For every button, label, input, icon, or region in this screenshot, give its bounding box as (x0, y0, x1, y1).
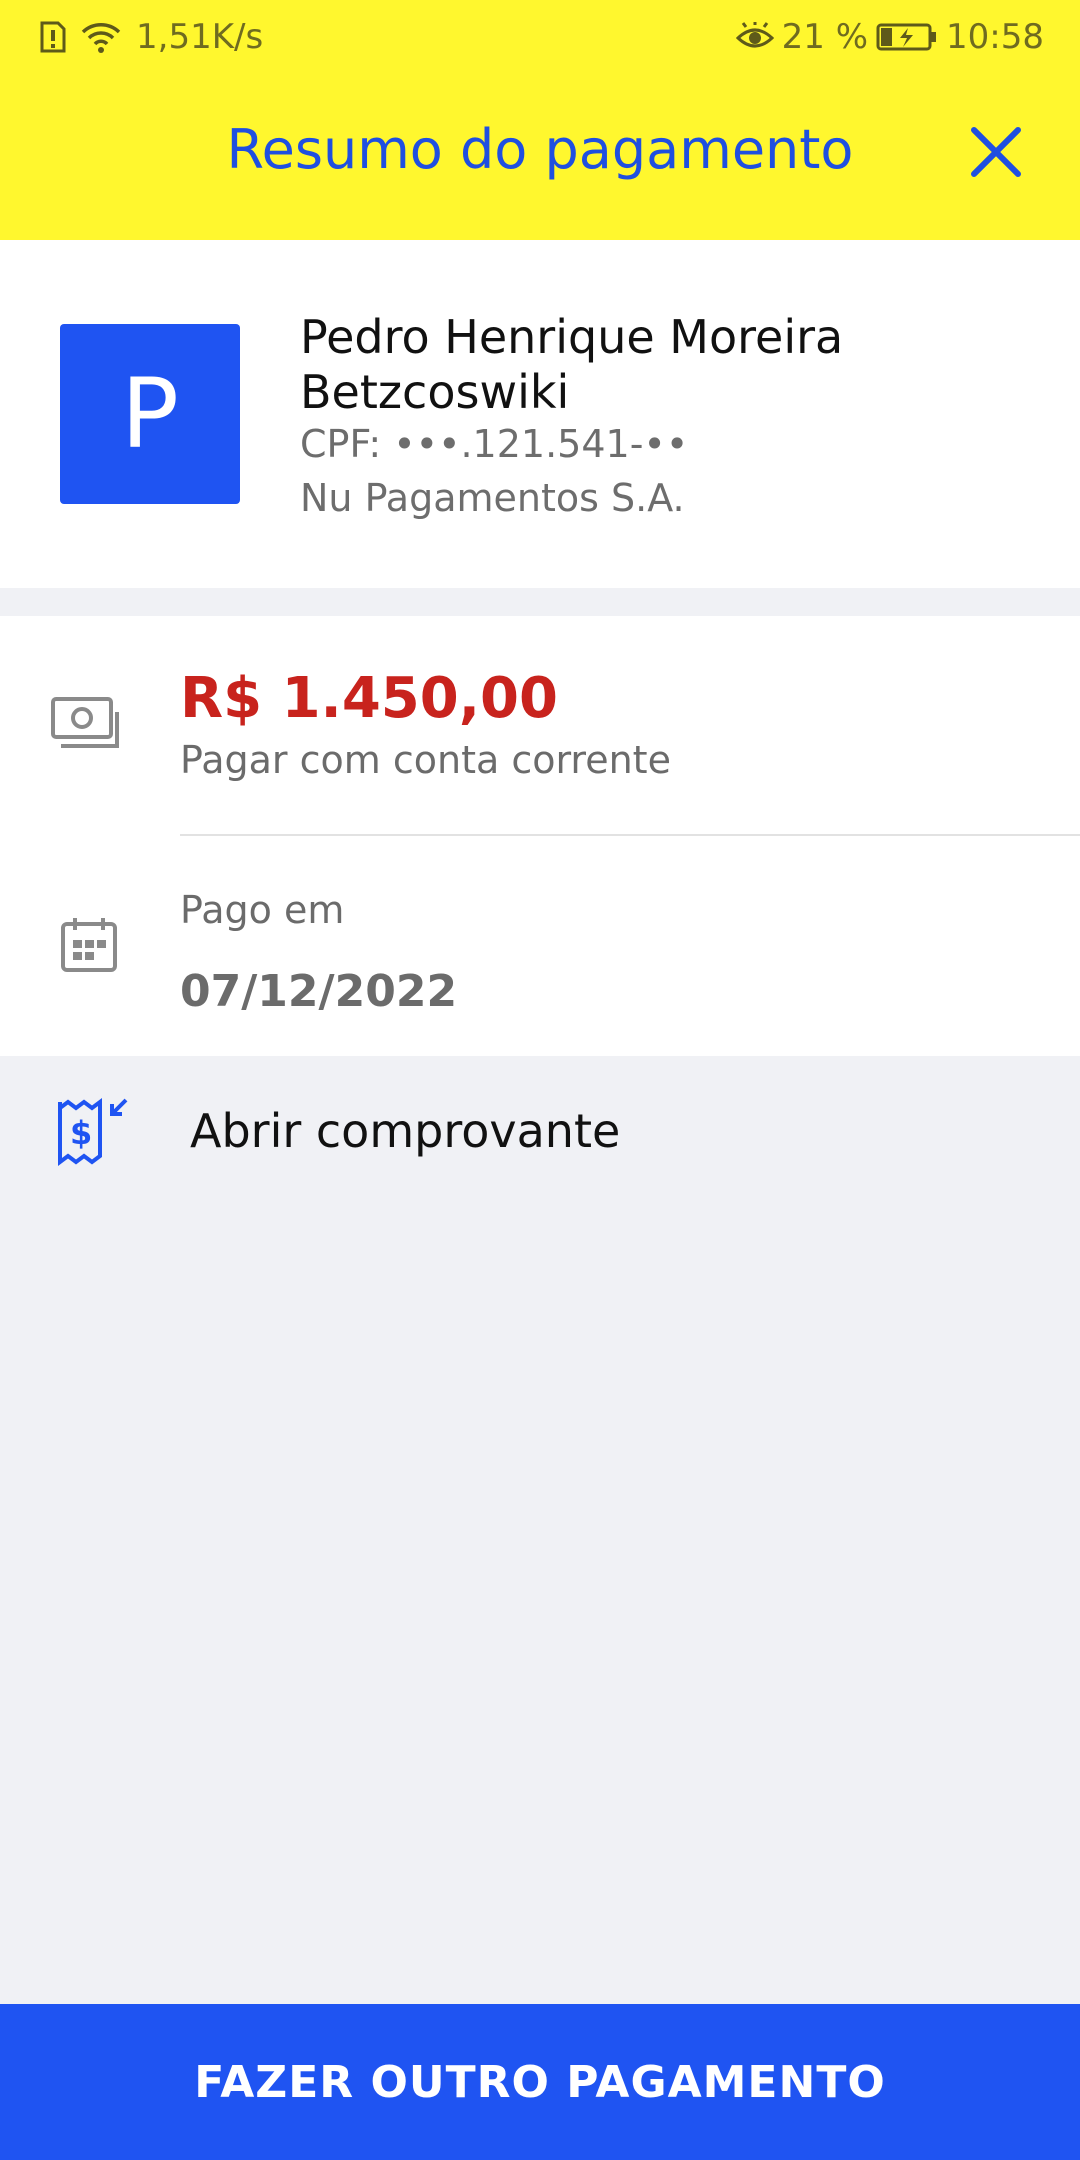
svg-text:$: $ (70, 1114, 92, 1152)
open-receipt-label: Abrir comprovante (190, 1104, 621, 1158)
header: Resumo do pagamento (0, 74, 1080, 240)
payment-details: R$ 1.450,00 Pagar com conta corrente Pag… (0, 616, 1080, 1056)
status-left: 1,51K/s (40, 14, 263, 60)
money-icon (51, 697, 119, 748)
sim-alert-icon (40, 21, 66, 53)
battery-charging-icon (876, 23, 937, 51)
calendar-icon (61, 918, 117, 972)
divider (180, 834, 1080, 836)
paid-on-date: 07/12/2022 (180, 966, 458, 1017)
wifi-icon (81, 23, 121, 53)
status-bar: 1,51K/s 21 % 10:58 (0, 0, 1080, 74)
clock: 10:58 (946, 17, 1044, 57)
payment-method: Pagar com conta corrente (180, 738, 671, 782)
avatar: P (60, 324, 240, 504)
open-receipt-row[interactable]: $ Abrir comprovante (0, 1056, 1080, 1206)
net-speed: 1,51K/s (136, 17, 264, 57)
page-title: Resumo do pagamento (226, 118, 854, 181)
battery-percent: 21 % (781, 17, 869, 57)
eye-comfort-icon (735, 22, 774, 48)
receipt-icon: $ (58, 1098, 128, 1166)
recipient-name: Pedro Henrique Moreira Betzcoswiki (300, 310, 844, 419)
payment-amount: R$ 1.450,00 (180, 666, 558, 731)
recipient-bank: Nu Pagamentos S.A. (300, 476, 685, 520)
paid-on-label: Pago em (180, 888, 345, 932)
status-right: 21 % 10:58 (735, 14, 1044, 60)
recipient-cpf: CPF: •••.121.541-•• (300, 422, 689, 466)
recipient-card: P Pedro Henrique Moreira Betzcoswiki CPF… (0, 240, 1080, 588)
close-icon[interactable] (968, 124, 1024, 180)
new-payment-button[interactable]: FAZER OUTRO PAGAMENTO (0, 2004, 1080, 2160)
